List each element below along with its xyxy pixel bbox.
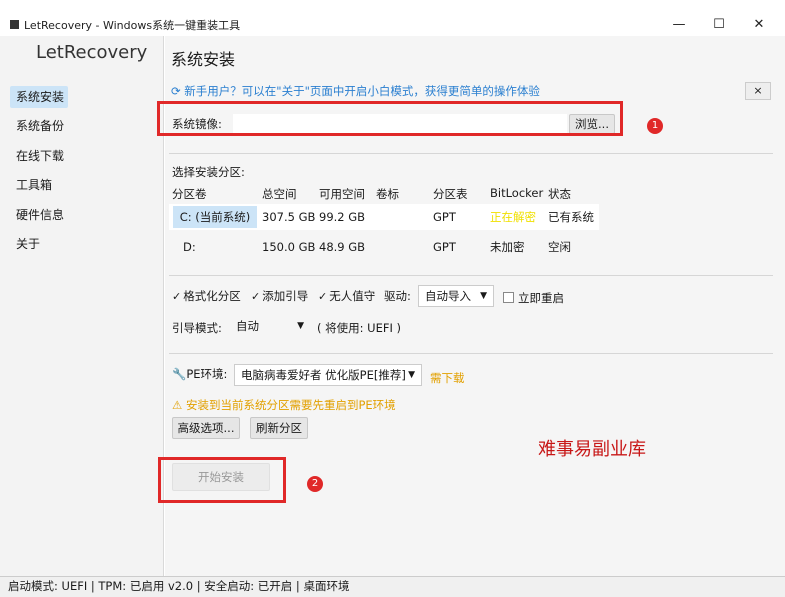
driver-select[interactable]: 自动导入 ▼ — [418, 285, 494, 307]
partition-status: 已有系统 — [548, 210, 594, 224]
info-icon: ⟳ — [171, 84, 185, 98]
tip-text: 新手用户？可以在"关于"页面中开启小白模式，获得更简单的操作体验 — [184, 84, 540, 98]
warning-icon: ⚠ — [172, 398, 186, 412]
partition-total: 307.5 GB — [262, 210, 316, 224]
partition-volume[interactable]: D: — [183, 234, 196, 260]
sidebar-item-backup[interactable]: 系统备份 — [10, 115, 68, 137]
col-volume: 分区卷 — [172, 187, 207, 201]
partition-table: GPT — [433, 210, 456, 224]
col-status: 状态 — [548, 187, 571, 201]
highlight-box-start — [158, 457, 286, 503]
tip-close-button[interactable]: × — [745, 82, 771, 100]
divider — [169, 153, 773, 154]
maximize-button[interactable]: ☐ — [704, 14, 734, 36]
pe-download-link[interactable]: 需下载 — [430, 370, 465, 386]
boot-mode-select[interactable]: 自动 ▼ — [230, 316, 310, 338]
pe-label: 🔧PE环境: — [172, 367, 228, 381]
check-icon: ✓ — [318, 290, 328, 303]
window-title: LetRecovery - Windows系统一键重装工具 — [24, 19, 241, 32]
chevron-down-icon: ▼ — [408, 370, 415, 380]
unattend-checkbox[interactable]: ✓ 无人值守 — [318, 288, 375, 304]
partition-bitlocker: 正在解密 — [490, 210, 536, 224]
sidebar-item-about[interactable]: 关于 — [10, 233, 68, 255]
sidebar: LetRecovery 系统安装 系统备份 在线下载 工具箱 硬件信息 关于 — [0, 36, 164, 576]
pe-select[interactable]: 电脑病毒爱好者 优化版PE[推荐] ▼ — [234, 364, 422, 386]
partition-free: 48.9 GB — [319, 240, 366, 254]
driver-label: 驱动: — [384, 289, 411, 303]
partition-volume[interactable]: C: (当前系统) — [173, 206, 257, 228]
sidebar-item-toolbox[interactable]: 工具箱 — [10, 174, 68, 196]
advanced-options-button[interactable]: 高级选项... — [172, 417, 240, 439]
check-icon: ✓ — [251, 290, 261, 303]
partition-row[interactable]: C: (当前系统) 307.5 GB 99.2 GB GPT 正在解密 已有系统 — [169, 204, 599, 230]
boot-mode-label: 引导模式: — [172, 321, 222, 335]
app-brand: LetRecovery — [36, 42, 148, 63]
annotation-badge-1: 1 — [647, 118, 663, 134]
warning-text: ⚠ 安装到当前系统分区需要先重启到PE环境 — [172, 398, 396, 412]
col-label: 卷标 — [376, 187, 399, 201]
boot-checkbox[interactable]: ✓ 添加引导 — [251, 288, 308, 304]
minimize-button[interactable]: — — [664, 14, 694, 36]
check-icon: ✓ — [172, 290, 182, 303]
wrench-icon: 🔧 — [172, 367, 187, 381]
divider — [169, 275, 773, 276]
chevron-down-icon: ▼ — [480, 291, 487, 301]
col-bitlocker: BitLocker — [490, 186, 544, 200]
format-checkbox[interactable]: ✓ 格式化分区 — [172, 288, 241, 304]
highlight-box-image — [157, 101, 623, 136]
restart-checkbox[interactable]: 立即重启 — [503, 290, 564, 306]
watermark-text: 难事易副业库 — [538, 439, 646, 460]
refresh-partitions-button[interactable]: 刷新分区 — [250, 417, 308, 439]
partition-table: GPT — [433, 240, 456, 254]
partition-status: 空闲 — [548, 240, 571, 254]
tip-bar: ⟳ 新手用户？可以在"关于"页面中开启小白模式，获得更简单的操作体验 — [171, 82, 731, 100]
boot-mode-hint: ( 将使用: UEFI ) — [317, 321, 402, 335]
app-icon — [10, 20, 19, 29]
col-total: 总空间 — [262, 187, 297, 201]
status-bar: 启动模式: UEFI | TPM: 已启用 v2.0 | 安全启动: 已开启 |… — [0, 576, 785, 597]
annotation-badge-2: 2 — [307, 476, 323, 492]
sidebar-item-hardware[interactable]: 硬件信息 — [10, 204, 68, 226]
partition-free: 99.2 GB — [319, 210, 366, 224]
partition-title: 选择安装分区: — [172, 165, 245, 179]
sidebar-item-install[interactable]: 系统安装 — [10, 86, 68, 108]
divider — [169, 353, 773, 354]
partition-total: 150.0 GB — [262, 240, 316, 254]
close-button[interactable]: ✕ — [744, 14, 774, 36]
chevron-down-icon: ▼ — [297, 321, 304, 331]
partition-bitlocker: 未加密 — [490, 240, 525, 254]
page-title: 系统安装 — [171, 50, 236, 69]
title-bar: LetRecovery - Windows系统一键重装工具 — ☐ ✕ — [0, 0, 785, 36]
partition-row[interactable]: D: 150.0 GB 48.9 GB GPT 未加密 空闲 — [169, 234, 599, 260]
sidebar-item-download[interactable]: 在线下载 — [10, 145, 68, 167]
col-free: 可用空间 — [319, 187, 365, 201]
col-table: 分区表 — [433, 187, 468, 201]
